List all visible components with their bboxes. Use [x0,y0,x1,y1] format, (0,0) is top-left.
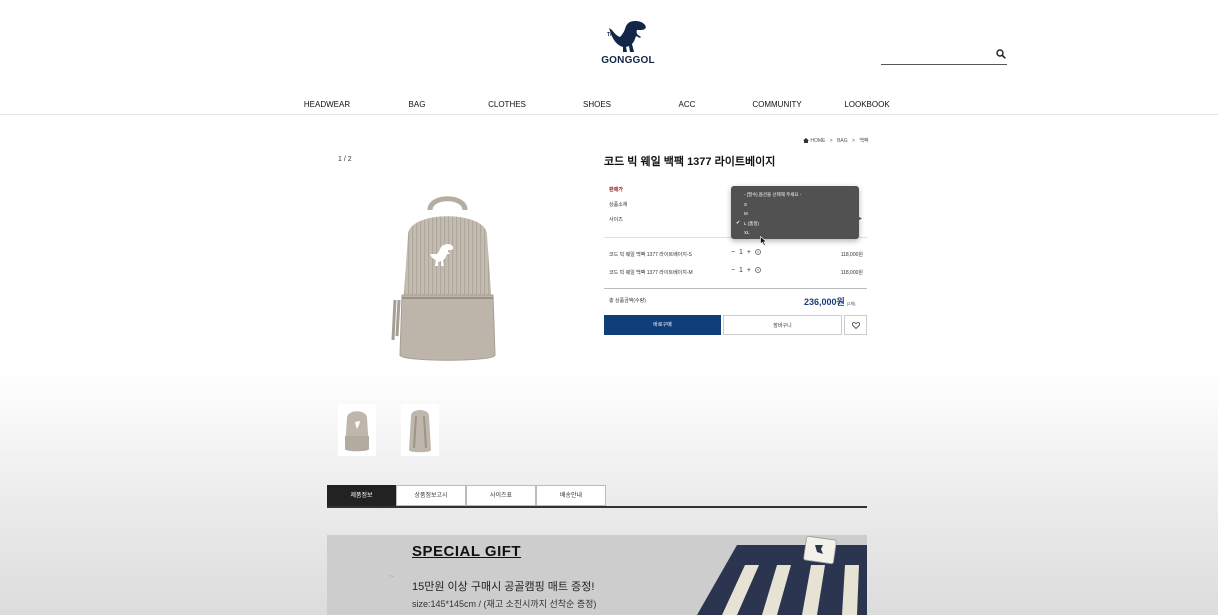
total-label: 총 상품금액(수량) [609,298,646,304]
breadcrumb-bag[interactable]: BAG [837,138,848,144]
selected-item-price: 118,000원 [840,252,863,258]
nav-clothes[interactable]: CLOTHES [488,100,526,109]
breadcrumb-separator: > [829,138,833,144]
nav-shoes[interactable]: SHOES [583,100,611,109]
home-icon[interactable] [803,138,809,143]
search-input[interactable] [881,48,987,65]
breadcrumb: HOME > BAG > 백팩 [803,137,869,144]
logo-tm: TM [607,32,615,38]
tab-shipping[interactable]: 배송안내 [536,485,606,506]
total-count: (2개) [846,301,856,306]
size-label: 사이즈 [609,217,623,223]
quantity-stepper: − 1 + × [731,249,763,256]
minus-button[interactable]: − [731,249,735,256]
selected-item-name: 코드 빅 웨일 백팩 1377 라이트베이지-S [609,252,692,258]
divider [604,288,867,289]
main-navigation: HEADWEAR BAG CLOTHES SHOES ACC COMMUNITY… [0,96,1218,115]
size-option-m[interactable]: M [731,209,859,219]
logo[interactable]: TM GONGGOL [600,20,656,66]
search-box [881,46,1007,65]
special-gift-banner: ~ SPECIAL GIFT 15만원 이상 구매시 공골캠핑 매트 증정! s… [327,535,867,615]
banner-line1: 15만원 이상 구매시 공골캠핑 매트 증정! [412,581,595,593]
product-main-image[interactable] [380,190,515,370]
nav-bag[interactable]: BAG [409,100,426,109]
cursor-icon [760,236,767,246]
wishlist-button[interactable] [844,315,867,335]
nav-lookbook[interactable]: LOOKBOOK [844,100,889,109]
material-label: 상품소재 [609,202,628,208]
buy-now-button[interactable]: 바로구매 [604,315,721,335]
breadcrumb-backpack[interactable]: 백팩 [859,138,868,144]
checkmark-icon: ✔ [736,219,741,226]
product-tabs: 제품정보 상품정보고시 사이즈표 배송안내 [327,485,867,508]
total-price: 236,000원 (2개) [804,295,855,308]
quantity-value[interactable]: 1 [739,267,743,274]
add-to-cart-button[interactable]: 장바구니 [723,315,842,335]
tab-product-notice[interactable]: 상품정보고시 [396,485,466,506]
nav-community[interactable]: COMMUNITY [752,100,801,109]
size-option-l[interactable]: ✔ L (품절) [731,219,859,229]
price-label: 판매가 [609,187,623,193]
tab-size-chart[interactable]: 사이즈표 [466,485,536,506]
camping-mat-image [697,535,867,615]
image-counter: 1 / 2 [338,156,352,163]
size-option-placeholder[interactable]: - [필수] 옵션을 선택해 주세요 - [731,190,859,200]
thumbnail-front[interactable] [338,404,376,456]
plus-button[interactable]: + [747,267,751,274]
heart-icon [851,322,860,330]
product-title: 코드 빅 웨일 백팩 1377 라이트베이지 [604,156,776,168]
remove-icon[interactable]: × [754,267,761,273]
breadcrumb-home[interactable]: HOME [810,138,825,144]
nav-headwear[interactable]: HEADWEAR [304,100,350,109]
plus-button[interactable]: + [747,249,751,256]
size-option-s[interactable]: S [731,200,859,210]
decoration-mark: ~ [389,571,395,581]
logo-text: GONGGOL [601,55,655,66]
remove-icon[interactable]: × [754,249,761,255]
total-value: 236,000원 [804,297,845,307]
chevron-down-icon: ▸ [858,216,862,222]
search-icon[interactable] [996,49,1006,59]
quantity-value[interactable]: 1 [739,249,743,256]
banner-line2: size:145*145cm / (재고 소진시까지 선착순 증정) [412,599,597,609]
banner-title: SPECIAL GIFT [412,543,522,560]
selected-item-price: 118,000원 [840,270,863,276]
minus-button[interactable]: − [731,267,735,274]
size-option-xl[interactable]: XL [731,228,859,238]
nav-acc[interactable]: ACC [679,100,696,109]
size-option-label: L (품절) [744,220,759,226]
breadcrumb-separator: > [852,138,855,144]
tab-product-info[interactable]: 제품정보 [327,485,396,506]
thumbnail-back[interactable] [401,404,439,456]
quantity-stepper: − 1 + × [731,267,763,274]
selected-item-name: 코드 빅 웨일 백팩 1377 라이트베이지-M [609,270,693,276]
size-dropdown-list: - [필수] 옵션을 선택해 주세요 - S M ✔ L (품절) XL [731,186,859,239]
